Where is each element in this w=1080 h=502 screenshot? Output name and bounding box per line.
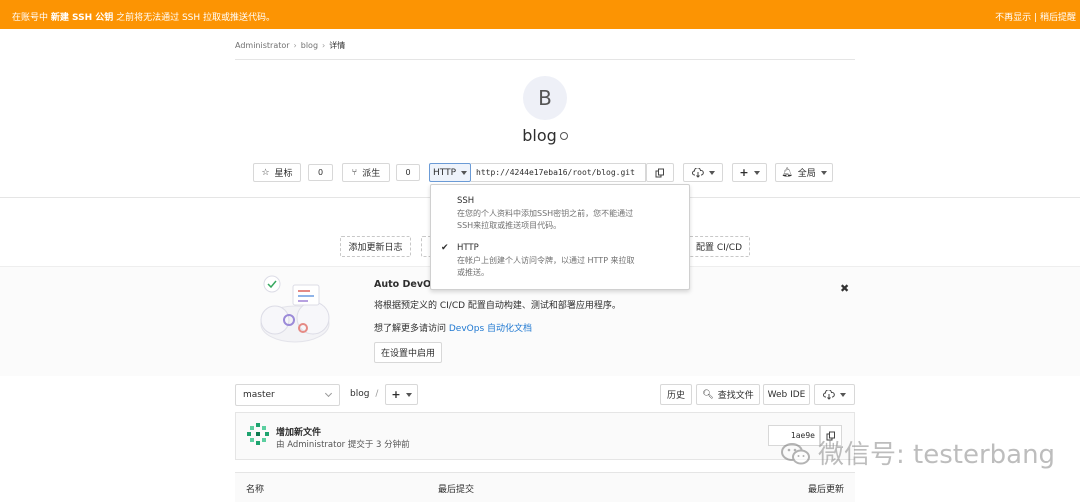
more-info-text: 想了解更多请访问 (374, 324, 449, 334)
chevron-down-icon (840, 392, 846, 397)
ssh-option-title: SSH (457, 196, 475, 206)
banner-text: 在账号中 (12, 13, 51, 23)
auto-devops-illustration (260, 275, 330, 343)
chevron-down-icon (324, 389, 333, 398)
plus-icon: + (739, 166, 749, 179)
auto-devops-description: 将根据预定义的 CI/CD 配置自动构建、测试和部署应用程序。 (374, 301, 621, 311)
column-header-name: 名称 (246, 485, 265, 495)
star-button[interactable]: ☆ 星标 (253, 163, 301, 182)
configure-cicd-button[interactable]: 配置 CI/CD (688, 236, 750, 257)
search-icon: 🔍︎ (702, 389, 714, 400)
find-file-label: 查找文件 (717, 391, 754, 401)
copy-url-button[interactable] (646, 163, 674, 182)
clone-url-input[interactable]: http://4244e17eba16/root/blog.git (471, 163, 646, 182)
bell-icon: 🔔︎ (781, 167, 793, 178)
plus-icon: + (391, 388, 401, 401)
chevron-down-icon (708, 170, 715, 175)
cloud-download-icon (691, 167, 704, 178)
chevron-down-icon (820, 170, 827, 175)
cloud-download-icon (823, 389, 835, 400)
breadcrumb-item-blog[interactable]: blog (301, 41, 318, 50)
http-desc-line: 或推送。 (457, 268, 489, 277)
check-icon: ✔ (441, 243, 449, 253)
clone-protocol-dropdown: SSH 在您的个人资料中添加SSH密钥之前，您不能通过 SSH来拉取或推送项目代码… (430, 184, 690, 290)
chevron-down-icon (461, 170, 468, 175)
chevron-down-icon (753, 170, 760, 175)
download-dropdown-button[interactable] (683, 163, 723, 182)
commit-author-avatar (247, 423, 269, 445)
project-title: blog (460, 126, 630, 145)
add-changelog-button[interactable]: 添加更新日志 (340, 236, 411, 257)
banner-text-suffix: 之前将无法通过 SSH 拉取或推送代码。 (113, 13, 276, 23)
wechat-watermark: 微信号: testerbang (780, 434, 1055, 471)
web-ide-button[interactable]: Web IDE (763, 384, 810, 405)
star-label: 星标 (274, 169, 293, 179)
last-commit-panel (235, 412, 855, 460)
http-option-title: HTTP (457, 243, 479, 253)
watermark-text: 微信号: testerbang (818, 440, 1056, 470)
star-icon: ☆ (261, 167, 270, 178)
repo-path: blog / (350, 389, 381, 399)
commit-time: 提交于 3 分钟前 (345, 440, 410, 450)
http-desc-line: 在帐户上创建个人访问令牌，以通过 HTTP 来拉取 (457, 256, 635, 265)
breadcrumb-item-administrator[interactable]: Administrator (235, 41, 290, 50)
commit-by: 由 (276, 440, 288, 450)
branch-label: master (243, 390, 275, 400)
download-source-button[interactable] (814, 384, 855, 405)
breadcrumb-separator: › (322, 41, 326, 50)
find-file-button[interactable]: 🔍︎ 查找文件 (696, 384, 760, 405)
breadcrumb-item-details[interactable]: 详情 (329, 41, 345, 50)
visibility-icon (559, 132, 568, 140)
notification-label: 全局 (797, 169, 816, 179)
commit-title[interactable]: 增加新文件 (276, 425, 321, 438)
fork-button[interactable]: ⑂ 派生 (342, 163, 390, 182)
breadcrumb: Administrator › blog › 详情 (235, 40, 345, 51)
dont-show-again-link[interactable]: 不再显示 (995, 13, 1031, 23)
divider (235, 59, 855, 60)
commit-author[interactable]: Administrator (287, 440, 345, 450)
remind-later-link[interactable]: 稍后提醒 (1040, 13, 1076, 23)
dropdown-item-ssh[interactable]: SSH 在您的个人资料中添加SSH密钥之前，您不能通过 SSH来拉取或推送项目代码… (457, 196, 633, 232)
ssh-warning-banner: 在账号中 新建 SSH 公钥 之前将无法通过 SSH 拉取或推送代码。 不再显示… (0, 0, 1080, 29)
banner-actions: 不再显示 | 稍后提醒 (995, 10, 1076, 23)
ssh-desc-line: SSH来拉取或推送项目代码。 (457, 221, 562, 230)
ssh-desc-line: 在您的个人资料中添加SSH密钥之前，您不能通过 (457, 209, 634, 218)
column-header-last-commit: 最后提交 (438, 485, 475, 495)
chevron-down-icon (405, 392, 412, 397)
protocol-select-button[interactable]: HTTP (429, 163, 471, 182)
ssh-option-description: 在您的个人资料中添加SSH密钥之前，您不能通过 SSH来拉取或推送项目代码。 (457, 208, 633, 232)
column-header-last-update: 最后更新 (807, 485, 844, 495)
http-option-description: 在帐户上创建个人访问令牌，以通过 HTTP 来拉取 或推送。 (457, 255, 635, 279)
project-avatar: B (523, 76, 567, 120)
devops-docs-link[interactable]: DevOps 自动化文档 (449, 324, 532, 334)
file-table-header: 名称 最后提交 最后更新 (235, 472, 855, 502)
enable-in-settings-button[interactable]: 在设置中启用 (374, 342, 442, 363)
add-to-tree-button[interactable]: + (385, 384, 418, 405)
dropdown-item-http[interactable]: HTTP 在帐户上创建个人访问令牌，以通过 HTTP 来拉取 或推送。 (457, 243, 635, 279)
protocol-label: HTTP (432, 167, 457, 178)
path-root[interactable]: blog (350, 389, 369, 399)
commit-meta: 由 Administrator 提交于 3 分钟前 (276, 438, 410, 450)
notification-dropdown-button[interactable]: 🔔︎ 全局 (775, 163, 833, 182)
fork-count[interactable]: 0 (396, 164, 420, 181)
breadcrumb-separator: › (293, 41, 297, 50)
add-dropdown-button[interactable]: + (732, 163, 767, 182)
banner-separator: | (1034, 13, 1038, 23)
branch-select[interactable]: master (235, 384, 340, 406)
fork-icon: ⑂ (351, 167, 358, 178)
star-count[interactable]: 0 (308, 164, 333, 181)
fork-label: 派生 (362, 169, 381, 179)
history-button[interactable]: 历史 (660, 384, 692, 405)
path-separator: / (375, 389, 379, 399)
auto-devops-more-info: 想了解更多请访问 DevOps 自动化文档 (374, 321, 532, 334)
wechat-icon (781, 443, 810, 465)
copy-icon (655, 168, 664, 177)
project-name: blog (522, 126, 557, 145)
banner-ssh-link[interactable]: 新建 SSH 公钥 (51, 13, 113, 23)
banner-message: 在账号中 新建 SSH 公钥 之前将无法通过 SSH 拉取或推送代码。 (12, 10, 275, 23)
close-icon[interactable]: ✖ (840, 282, 849, 295)
